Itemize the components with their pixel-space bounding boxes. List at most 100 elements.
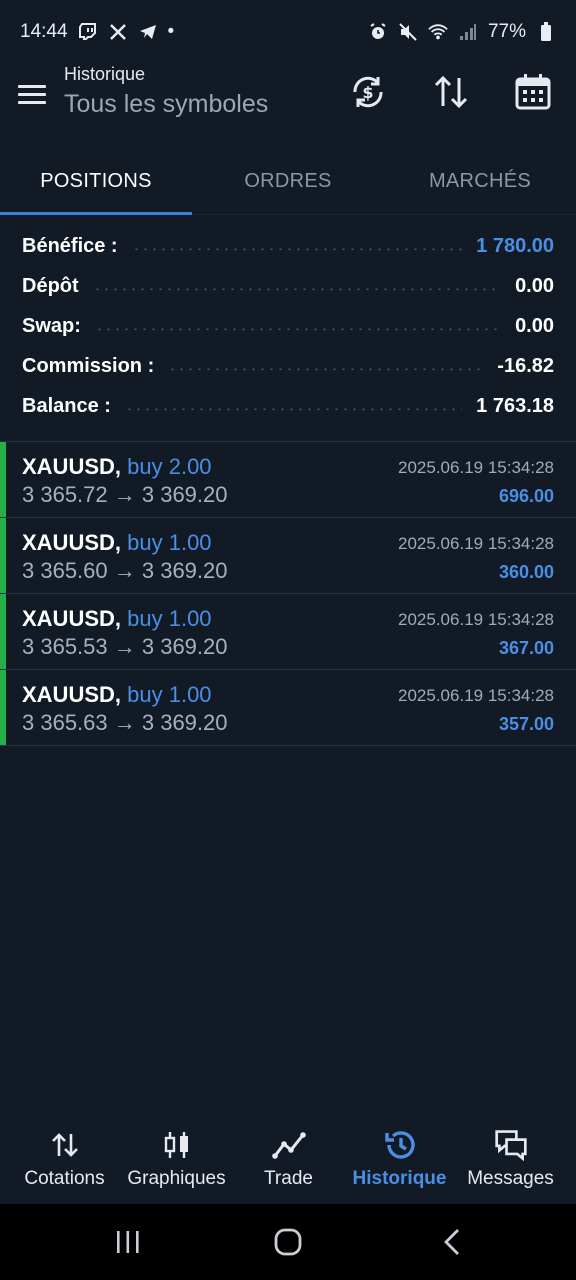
dotted-leader	[124, 408, 463, 410]
summary-value: 0.00	[515, 274, 554, 297]
nav-charts[interactable]: Graphiques	[119, 1112, 234, 1204]
back-icon[interactable]	[432, 1224, 472, 1260]
app-header: Historique Tous les symboles $	[0, 64, 576, 140]
summary-label: Balance :	[22, 394, 111, 417]
summary-value: 1 780.00	[476, 234, 554, 257]
system-navigation-bar	[0, 1204, 576, 1280]
trade-profit: 367.00	[498, 638, 554, 658]
battery-percent: 77%	[487, 21, 526, 42]
summary-label: Dépôt	[22, 274, 79, 297]
trade-side: buy 1.00	[127, 682, 212, 707]
active-tab-indicator	[0, 212, 192, 215]
dotted-leader	[94, 328, 502, 330]
nav-label: Cotations	[24, 1168, 105, 1189]
tab-orders[interactable]: ORDRES	[192, 150, 384, 212]
trade-side: buy 2.00	[127, 454, 212, 479]
currency-exchange-icon[interactable]: $	[348, 72, 388, 112]
trade-row[interactable]: XAUUSD, buy 2.00 3 365.72 → 3 369.20 202…	[0, 442, 576, 518]
nav-label: Messages	[467, 1168, 554, 1189]
trade-time: 2025.06.19 15:34:28	[398, 534, 554, 553]
trade-row[interactable]: XAUUSD, buy 1.00 3 365.60 → 3 369.20 202…	[0, 518, 576, 594]
alarm-icon	[368, 22, 388, 42]
nav-trade[interactable]: Trade	[231, 1112, 346, 1204]
summary-row-deposit: Dépôt 0.00	[0, 266, 576, 306]
tab-markets[interactable]: MARCHÉS	[384, 150, 576, 212]
nav-label: Graphiques	[127, 1168, 226, 1189]
calendar-icon[interactable]	[513, 72, 553, 112]
battery-icon	[536, 22, 556, 42]
chart-icon	[160, 1128, 194, 1162]
symbol-filter[interactable]: Tous les symboles	[64, 90, 268, 119]
tab-bar: POSITIONS ORDRES MARCHÉS	[0, 150, 576, 215]
summary-label: Bénéfice :	[22, 234, 118, 257]
trade-title: XAUUSD, buy 1.00	[22, 530, 212, 556]
nav-quotes[interactable]: Cotations	[7, 1112, 122, 1204]
status-left: 14:44 •	[20, 21, 174, 43]
sort-icon[interactable]	[431, 72, 471, 112]
twitch-icon	[78, 22, 98, 42]
nav-messages[interactable]: Messages	[453, 1112, 568, 1204]
dotted-leader	[131, 248, 463, 250]
status-dot: •	[167, 21, 175, 42]
tab-positions[interactable]: POSITIONS	[0, 150, 192, 212]
signal-icon	[458, 22, 478, 42]
home-icon[interactable]	[268, 1224, 308, 1260]
trade-profit: 357.00	[498, 714, 554, 734]
history-icon	[383, 1128, 417, 1162]
trade-title: XAUUSD, buy 1.00	[22, 682, 212, 708]
summary-label: Swap:	[22, 314, 81, 337]
trade-symbol: XAUUSD,	[22, 454, 122, 479]
messages-icon	[494, 1128, 528, 1162]
trade-prices: 3 365.63 → 3 369.20	[22, 710, 228, 735]
trade-title: XAUUSD, buy 2.00	[22, 454, 212, 480]
trade-time: 2025.06.19 15:34:28	[398, 686, 554, 705]
trade-side: buy 1.00	[127, 530, 212, 555]
page-title: Historique	[64, 64, 146, 84]
account-summary: Bénéfice : 1 780.00 Dépôt 0.00 Swap: 0.0…	[0, 226, 576, 426]
summary-value: -16.82	[497, 354, 554, 377]
trade-time: 2025.06.19 15:34:28	[398, 610, 554, 629]
buy-indicator-bar	[0, 442, 6, 517]
buy-indicator-bar	[0, 594, 6, 669]
trade-profit: 696.00	[498, 486, 554, 506]
trade-prices: 3 365.60 → 3 369.20	[22, 558, 228, 583]
summary-value: 0.00	[515, 314, 554, 337]
dotted-leader	[168, 368, 484, 370]
mute-icon	[398, 22, 418, 42]
buy-indicator-bar	[0, 518, 6, 593]
trade-row[interactable]: XAUUSD, buy 1.00 3 365.53 → 3 369.20 202…	[0, 594, 576, 670]
svg-text:$: $	[362, 83, 373, 102]
trade-time: 2025.06.19 15:34:28	[398, 458, 554, 477]
status-right: 77%	[368, 21, 556, 43]
summary-value: 1 763.18	[476, 394, 554, 417]
summary-row-commission: Commission : -16.82	[0, 346, 576, 386]
recent-apps-icon[interactable]	[108, 1224, 148, 1260]
summary-row-profit: Bénéfice : 1 780.00	[0, 226, 576, 266]
buy-indicator-bar	[0, 670, 6, 745]
status-bar: 14:44 • 77%	[0, 0, 576, 64]
quotes-icon	[48, 1128, 82, 1162]
menu-icon[interactable]	[16, 78, 48, 110]
trade-prices: 3 365.72 → 3 369.20	[22, 482, 228, 507]
nav-label: Trade	[264, 1168, 313, 1189]
telegram-icon	[138, 22, 158, 42]
summary-row-balance: Balance : 1 763.18	[0, 386, 576, 426]
wifi-icon	[428, 22, 448, 42]
trade-title: XAUUSD, buy 1.00	[22, 606, 212, 632]
trade-prices: 3 365.53 → 3 369.20	[22, 634, 228, 659]
trade-row[interactable]: XAUUSD, buy 1.00 3 365.63 → 3 369.20 202…	[0, 670, 576, 746]
trade-symbol: XAUUSD,	[22, 682, 122, 707]
trade-side: buy 1.00	[127, 606, 212, 631]
trade-icon	[271, 1128, 306, 1162]
summary-label: Commission :	[22, 354, 155, 377]
summary-row-swap: Swap: 0.00	[0, 306, 576, 346]
bottom-nav: Cotations Graphiques Trade Historique Me…	[0, 1112, 576, 1204]
trade-profit: 360.00	[498, 562, 554, 582]
status-time: 14:44	[20, 21, 68, 42]
trade-list: XAUUSD, buy 2.00 3 365.72 → 3 369.20 202…	[0, 441, 576, 746]
nav-label: Historique	[352, 1168, 447, 1189]
trade-symbol: XAUUSD,	[22, 606, 122, 631]
x-icon	[108, 22, 128, 42]
dotted-leader	[92, 288, 502, 290]
nav-history[interactable]: Historique	[342, 1112, 457, 1204]
